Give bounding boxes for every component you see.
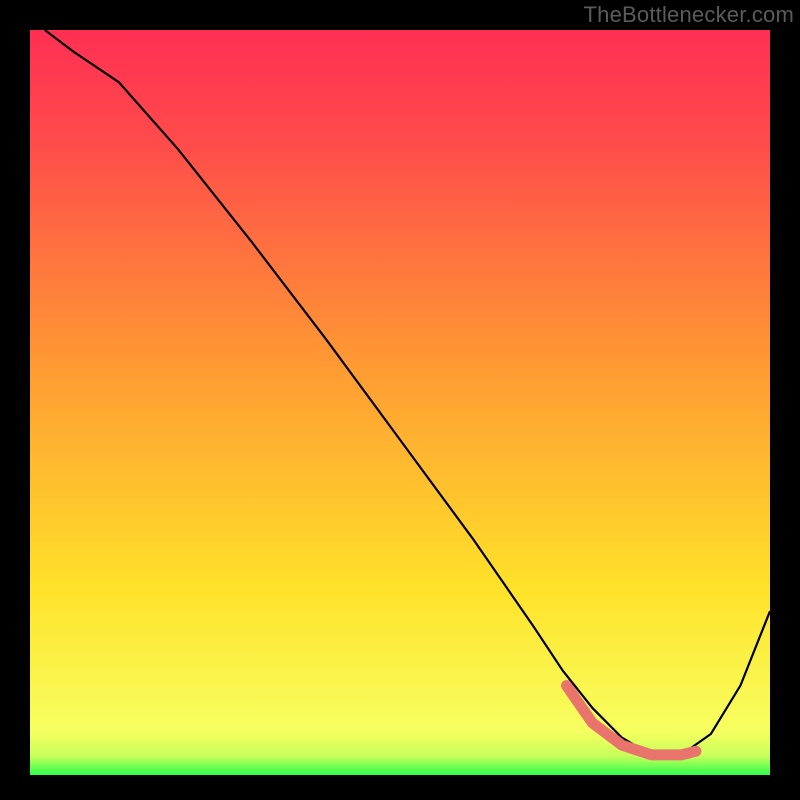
gradient-background xyxy=(30,30,770,775)
attribution-text: TheBottlenecker.com xyxy=(584,2,794,28)
bottleneck-chart xyxy=(30,30,770,775)
